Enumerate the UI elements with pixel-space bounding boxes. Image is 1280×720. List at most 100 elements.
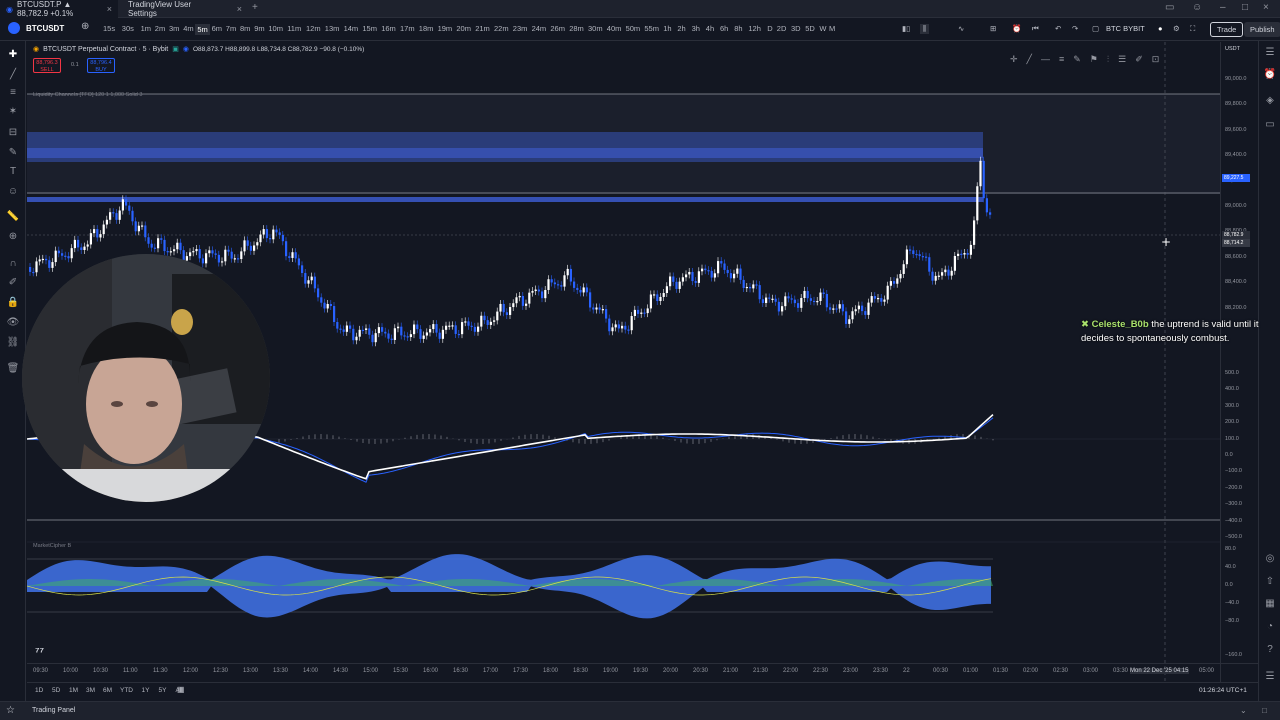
close-icon[interactable]: × bbox=[237, 4, 242, 14]
lock-icon[interactable]: 🔒 bbox=[6, 297, 20, 309]
zoom-icon[interactable]: ⊕ bbox=[6, 231, 20, 243]
watchlist-icon[interactable]: ☰ bbox=[1263, 47, 1277, 59]
timeframe-50m[interactable]: 50m bbox=[626, 24, 641, 33]
timeframe-8m[interactable]: 8m bbox=[240, 24, 250, 33]
timeframe-30m[interactable]: 30m bbox=[588, 24, 603, 33]
ruler-icon[interactable]: 📏 bbox=[6, 211, 20, 223]
timeframe-9m[interactable]: 9m bbox=[254, 24, 264, 33]
lines-tool-icon[interactable]: ≡ bbox=[1059, 54, 1064, 68]
currency-label[interactable]: USDT bbox=[1225, 46, 1240, 52]
timeframe-22m[interactable]: 22m bbox=[494, 24, 509, 33]
box-tool-icon[interactable]: ⊡ bbox=[1152, 54, 1160, 68]
timeframe-5m[interactable]: 5m bbox=[195, 24, 210, 35]
timeframe-30s[interactable]: 30s bbox=[122, 24, 134, 33]
timeframe-W[interactable]: W bbox=[819, 24, 826, 33]
timeframe-8h[interactable]: 8h bbox=[734, 24, 742, 33]
tab-user-settings[interactable]: TradingView User Settings × bbox=[122, 0, 248, 18]
settings-icon[interactable]: ⚙ bbox=[1173, 24, 1180, 33]
pen-tool-icon[interactable]: ✎ bbox=[1073, 54, 1081, 68]
watch-icon[interactable]: ● bbox=[1158, 24, 1163, 33]
timeframe-55m[interactable]: 55m bbox=[644, 24, 659, 33]
range-1m[interactable]: 1M bbox=[69, 687, 78, 694]
timeframe-17m[interactable]: 17m bbox=[400, 24, 415, 33]
timeframe-5D[interactable]: 5D bbox=[805, 24, 815, 33]
symbol-search[interactable]: BTCUSDT bbox=[26, 24, 64, 33]
trash-icon[interactable]: 🗑 bbox=[6, 363, 20, 375]
timeframe-40m[interactable]: 40m bbox=[607, 24, 622, 33]
star-icon[interactable]: ☆ bbox=[6, 705, 15, 716]
icon-tool-icon[interactable]: ☺ bbox=[6, 186, 20, 198]
timeframe-12m[interactable]: 12m bbox=[306, 24, 321, 33]
close-window-icon[interactable]: × bbox=[1263, 2, 1269, 13]
projection-icon[interactable]: ⊟ bbox=[6, 127, 20, 139]
timeframe-24m[interactable]: 24m bbox=[532, 24, 547, 33]
timeframe-2D[interactable]: 2D bbox=[777, 24, 787, 33]
publish-button[interactable]: Publish bbox=[1244, 22, 1280, 37]
tab-btcusdt[interactable]: ◉ BTCUSDT.P ▲ 88,782.9 +0.1% × bbox=[0, 0, 118, 18]
timeframe-21m[interactable]: 21m bbox=[475, 24, 490, 33]
timeframe-D[interactable]: D bbox=[767, 24, 772, 33]
link-icon[interactable]: ⛓ bbox=[6, 337, 20, 349]
range-3m[interactable]: 3M bbox=[86, 687, 95, 694]
layout-icon[interactable]: ▭ bbox=[1165, 2, 1174, 13]
timeframe-M[interactable]: M bbox=[829, 24, 835, 33]
time-axis[interactable]: 09:30 10:00 10:30 11:00 11:30 12:00 12:30 13:00… bbox=[27, 663, 1258, 681]
maximize-icon[interactable]: □ bbox=[1242, 2, 1248, 13]
timeframe-4h[interactable]: 4h bbox=[706, 24, 714, 33]
trendline-icon[interactable]: ╱ bbox=[6, 69, 20, 81]
timeframe-11m[interactable]: 11m bbox=[287, 24, 301, 33]
rocket-icon[interactable]: ⇧ bbox=[1263, 576, 1277, 588]
alerts-icon[interactable]: ⏰ bbox=[1263, 69, 1277, 81]
add-symbol-icon[interactable]: ⊕ bbox=[81, 21, 89, 32]
price-axis[interactable]: USDT 90,000.0 89,800.0 89,600.0 89,400.0 89,… bbox=[1220, 42, 1258, 682]
candles-icon[interactable]: ⫼ bbox=[920, 24, 930, 34]
alert-icon[interactable]: ⏰ bbox=[1012, 24, 1021, 33]
timeframe-19m[interactable]: 19m bbox=[438, 24, 453, 33]
date-range-icon[interactable]: ▦ bbox=[177, 685, 185, 694]
indicators-icon[interactable]: ∿ bbox=[958, 24, 964, 33]
menu-icon[interactable]: ☰ bbox=[1263, 671, 1277, 683]
clock[interactable]: 01:26:24 UTC+1 bbox=[1199, 687, 1247, 694]
brush-icon[interactable]: ✎ bbox=[6, 147, 20, 159]
range-1d[interactable]: 1D bbox=[35, 687, 43, 694]
eye-icon[interactable]: ◉ bbox=[183, 45, 189, 53]
chart-type-icon[interactable]: ▮▯ bbox=[902, 24, 910, 33]
timeframe-13m[interactable]: 13m bbox=[325, 24, 340, 33]
oscillator-legend[interactable]: MarketCipher B bbox=[33, 543, 71, 549]
target-icon[interactable]: ◎ bbox=[1263, 553, 1277, 565]
timeframe-14m[interactable]: 14m bbox=[344, 24, 359, 33]
pencil-lock-icon[interactable]: ✐ bbox=[6, 277, 20, 289]
timeframe-3h[interactable]: 3h bbox=[692, 24, 700, 33]
line-tool-icon[interactable]: ╱ bbox=[1027, 54, 1032, 68]
maximize-panel-icon[interactable]: □ bbox=[1262, 706, 1267, 715]
range-5y[interactable]: 5Y bbox=[159, 687, 167, 694]
channel-tool-icon[interactable]: ☰ bbox=[1118, 54, 1126, 68]
calendar-icon[interactable]: ▦ bbox=[1263, 598, 1277, 610]
chat-icon[interactable]: ▭ bbox=[1263, 119, 1277, 131]
bell-icon[interactable]: ◔ bbox=[1263, 621, 1277, 633]
templates-icon[interactable]: ⊞ bbox=[990, 24, 996, 33]
close-icon[interactable]: × bbox=[107, 4, 112, 14]
fib-tool-icon[interactable]: ⫶ bbox=[1107, 54, 1109, 68]
magnet-icon[interactable]: ∩ bbox=[6, 258, 20, 270]
trading-panel-tab[interactable]: Trading Panel bbox=[32, 707, 75, 714]
fib-icon[interactable]: ≡ bbox=[6, 87, 20, 99]
timeframe-6m[interactable]: 6m bbox=[212, 24, 222, 33]
hline-tool-icon[interactable]: — bbox=[1041, 54, 1050, 68]
timeframe-10m[interactable]: 10m bbox=[268, 24, 283, 33]
minimize-icon[interactable]: – bbox=[1220, 2, 1226, 13]
timeframe-26m[interactable]: 26m bbox=[550, 24, 565, 33]
timeframe-4m[interactable]: 4m bbox=[183, 24, 193, 33]
account-selector[interactable]: BTC BYBIT bbox=[1106, 24, 1145, 33]
new-tab-icon[interactable]: + bbox=[252, 2, 258, 13]
trade-button[interactable]: Trade bbox=[1210, 22, 1244, 37]
range-6m[interactable]: 6M bbox=[103, 687, 112, 694]
undo-icon[interactable]: ↶ bbox=[1055, 24, 1061, 33]
timeframe-2h[interactable]: 2h bbox=[677, 24, 685, 33]
timeframe-2m[interactable]: 2m bbox=[155, 24, 165, 33]
symbol-title[interactable]: BTCUSDT Perpetual Contract · 5 · Bybit bbox=[43, 46, 168, 53]
sell-button[interactable]: 88,796.3 SELL bbox=[33, 58, 61, 73]
timeframe-28m[interactable]: 28m bbox=[569, 24, 584, 33]
flag-tool-icon[interactable]: ⚑ bbox=[1090, 54, 1098, 68]
timeframe-3D[interactable]: 3D bbox=[791, 24, 801, 33]
